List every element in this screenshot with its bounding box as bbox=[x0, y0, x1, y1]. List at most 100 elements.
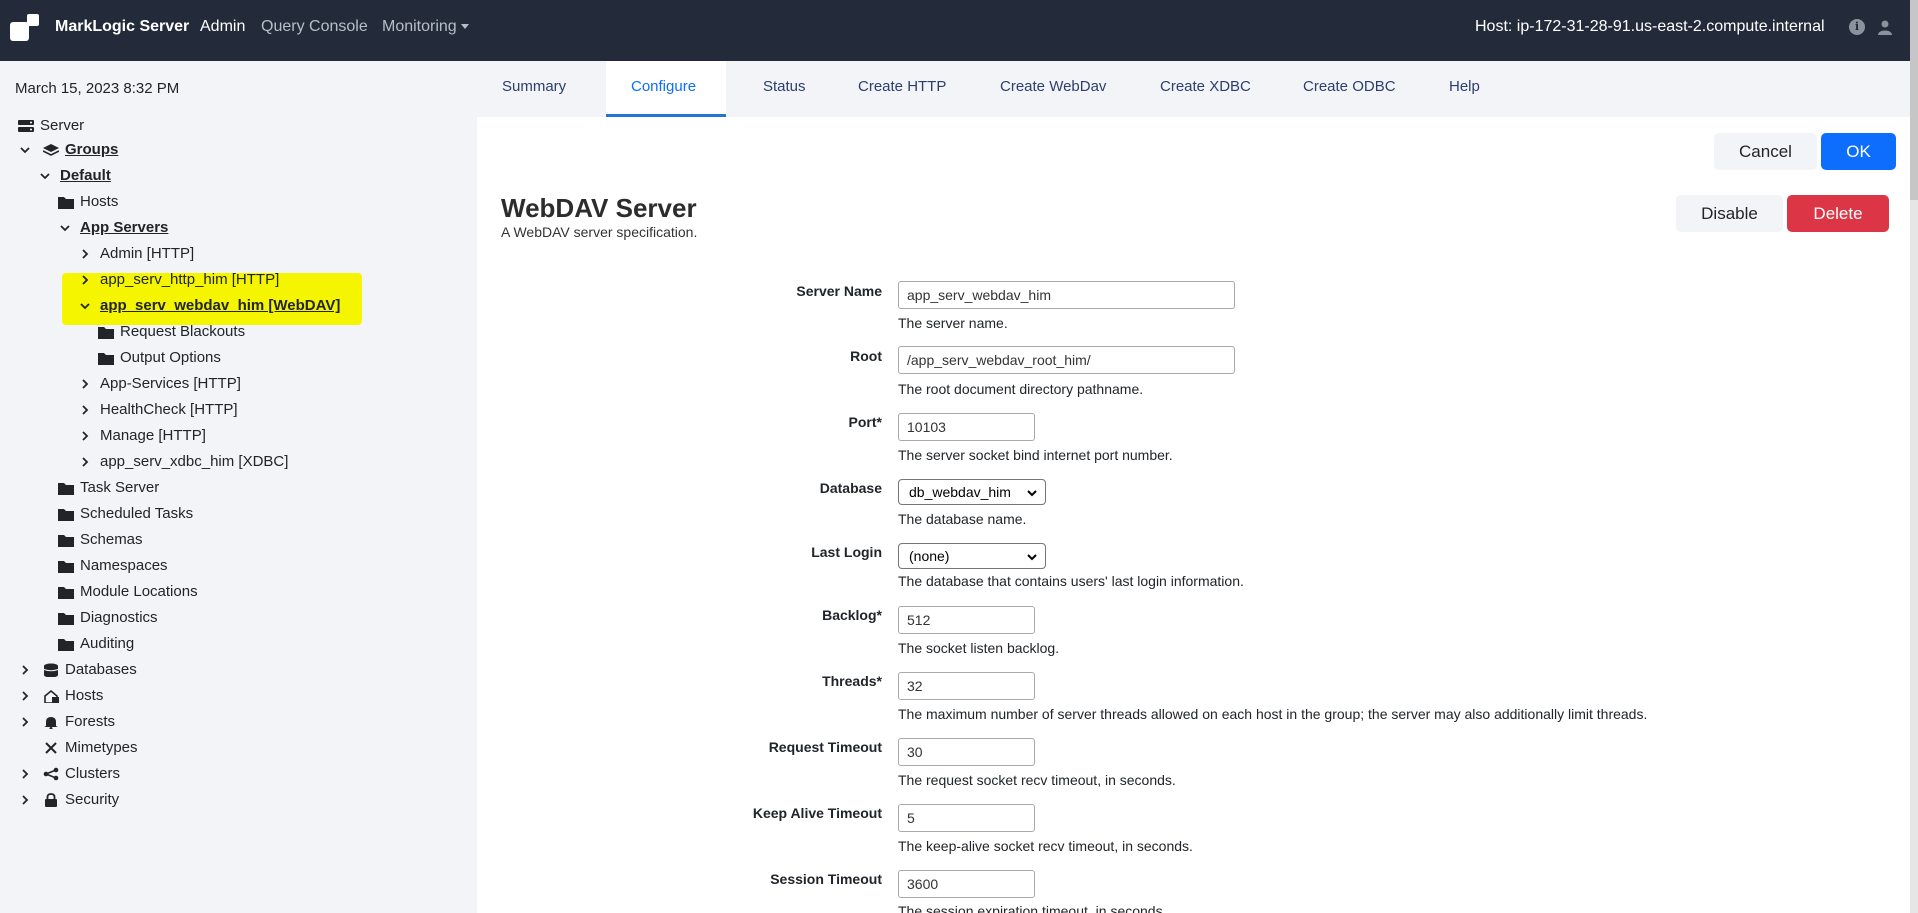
chevron-right-icon[interactable] bbox=[20, 717, 30, 727]
chevron-down-icon[interactable] bbox=[20, 145, 30, 155]
nav-query-console-link[interactable]: Query Console bbox=[261, 18, 368, 36]
tab-create-xdbc[interactable]: Create XDBC bbox=[1160, 78, 1251, 95]
session-timeout-input[interactable]: 3600 bbox=[898, 870, 1035, 898]
chevron-down-icon[interactable] bbox=[80, 301, 90, 311]
tree-item-namespaces[interactable]: Namespaces bbox=[80, 555, 168, 577]
info-icon[interactable]: i bbox=[1849, 19, 1865, 35]
folder-icon bbox=[58, 587, 74, 599]
tree-item-output-options[interactable]: Output Options bbox=[120, 347, 221, 369]
top-navbar: MarkLogic Server Admin Query Console Mon… bbox=[0, 0, 1918, 61]
tab-status[interactable]: Status bbox=[763, 78, 806, 95]
cancel-button[interactable]: Cancel bbox=[1714, 133, 1817, 170]
request-timeout-label: Request Timeout bbox=[768, 739, 882, 755]
delete-button[interactable]: Delete bbox=[1787, 195, 1889, 232]
nav-admin-link[interactable]: Admin bbox=[200, 18, 245, 36]
brand-name[interactable]: MarkLogic Server bbox=[55, 18, 189, 36]
tree-item-mimetypes[interactable]: Mimetypes bbox=[65, 737, 138, 759]
folder-icon bbox=[58, 561, 74, 573]
tab-create-webdav[interactable]: Create WebDav bbox=[1000, 78, 1106, 95]
tree-item-task-server[interactable]: Task Server bbox=[80, 477, 159, 499]
root-input[interactable]: /app_serv_webdav_root_him/ bbox=[898, 346, 1235, 374]
tree-item-databases[interactable]: Databases bbox=[65, 659, 137, 681]
lock-icon bbox=[45, 793, 57, 807]
tree-item-default[interactable]: Default bbox=[60, 165, 111, 187]
disable-button[interactable]: Disable bbox=[1676, 195, 1783, 232]
session-timeout-help: The session expiration timeout, in secon… bbox=[898, 903, 1167, 913]
tree-item-scheduled-tasks[interactable]: Scheduled Tasks bbox=[80, 503, 193, 525]
chevron-right-icon[interactable] bbox=[80, 379, 90, 389]
share-icon bbox=[43, 767, 59, 781]
chevron-right-icon[interactable] bbox=[80, 431, 90, 441]
session-timeout-label: Session Timeout bbox=[770, 871, 882, 887]
tree-item-groups[interactable]: Groups bbox=[65, 139, 118, 161]
tree-item-security[interactable]: Security bbox=[65, 789, 119, 811]
host-label: Host: ip-172-31-28-91.us-east-2.compute.… bbox=[1475, 18, 1825, 35]
backlog-input[interactable]: 512 bbox=[898, 606, 1035, 634]
last-login-label: Last Login bbox=[811, 544, 882, 560]
bell-icon bbox=[44, 717, 58, 729]
root-label: Root bbox=[850, 348, 882, 364]
last-login-select-value: (none) bbox=[909, 548, 950, 564]
port-help: The server socket bind internet port num… bbox=[898, 447, 1173, 463]
chevron-right-icon[interactable] bbox=[20, 795, 30, 805]
port-label: Port* bbox=[848, 414, 882, 430]
tab-create-odbc[interactable]: Create ODBC bbox=[1303, 78, 1396, 95]
server-name-input[interactable]: app_serv_webdav_him bbox=[898, 281, 1235, 309]
keep-alive-timeout-input[interactable]: 5 bbox=[898, 804, 1035, 832]
tree-item-hosts-folder[interactable]: Hosts bbox=[80, 191, 118, 213]
chevron-down-icon[interactable] bbox=[40, 171, 50, 181]
tab-configure[interactable]: Configure bbox=[631, 78, 696, 95]
tree-item-diagnostics[interactable]: Diagnostics bbox=[80, 607, 158, 629]
folder-icon bbox=[98, 353, 114, 365]
chevron-right-icon[interactable] bbox=[80, 275, 90, 285]
tree-item-app-servers[interactable]: App Servers bbox=[80, 217, 168, 239]
user-icon[interactable] bbox=[1877, 19, 1893, 35]
chevron-right-icon[interactable] bbox=[20, 665, 30, 675]
ok-button[interactable]: OK bbox=[1821, 133, 1896, 170]
chevron-right-icon[interactable] bbox=[80, 457, 90, 467]
folder-icon bbox=[58, 535, 74, 547]
last-login-select[interactable]: (none) bbox=[898, 543, 1046, 569]
port-input[interactable]: 10103 bbox=[898, 413, 1035, 441]
tree-item-healthcheck[interactable]: HealthCheck [HTTP] bbox=[100, 399, 238, 421]
tree-item-admin-http[interactable]: Admin [HTTP] bbox=[100, 243, 194, 265]
tree-item-clusters[interactable]: Clusters bbox=[65, 763, 120, 785]
nav-monitoring-dropdown[interactable]: Monitoring bbox=[382, 18, 469, 36]
tree-item-server[interactable]: Server bbox=[40, 115, 84, 137]
page-scrollbar-thumb[interactable] bbox=[1910, 0, 1918, 200]
tab-summary[interactable]: Summary bbox=[502, 78, 566, 95]
server-name-label: Server Name bbox=[796, 283, 882, 299]
tree-item-request-blackouts[interactable]: Request Blackouts bbox=[120, 321, 245, 343]
tree-item-auditing[interactable]: Auditing bbox=[80, 633, 134, 655]
last-login-help: The database that contains users' last l… bbox=[898, 573, 1244, 589]
server-icon bbox=[18, 120, 34, 132]
page-title: WebDAV Server bbox=[501, 193, 697, 223]
tab-help[interactable]: Help bbox=[1449, 78, 1480, 95]
chevron-right-icon[interactable] bbox=[20, 691, 30, 701]
chevron-right-icon[interactable] bbox=[80, 249, 90, 259]
tree-item-manage[interactable]: Manage [HTTP] bbox=[100, 425, 206, 447]
tree-item-module-locations[interactable]: Module Locations bbox=[80, 581, 198, 603]
chevron-right-icon[interactable] bbox=[20, 769, 30, 779]
layers-icon bbox=[43, 144, 59, 156]
tree-item-app-services[interactable]: App-Services [HTTP] bbox=[100, 373, 241, 395]
tree-item-forests[interactable]: Forests bbox=[65, 711, 115, 733]
chevron-down-icon bbox=[1027, 490, 1037, 497]
request-timeout-input[interactable]: 30 bbox=[898, 738, 1035, 766]
folder-icon bbox=[58, 613, 74, 625]
threads-input[interactable]: 32 bbox=[898, 672, 1035, 700]
marklogic-logo-icon[interactable] bbox=[10, 14, 40, 44]
request-timeout-help: The request socket recv timeout, in seco… bbox=[898, 772, 1176, 788]
nav-monitoring-label: Monitoring bbox=[382, 18, 457, 35]
hosts-icon bbox=[44, 689, 59, 703]
chevron-down-icon[interactable] bbox=[60, 223, 70, 233]
database-select[interactable]: db_webdav_him bbox=[898, 479, 1046, 505]
tree-item-app-serv-xdbc[interactable]: app_serv_xdbc_him [XDBC] bbox=[100, 451, 288, 473]
keep-alive-timeout-help: The keep-alive socket recv timeout, in s… bbox=[898, 838, 1193, 854]
tree-item-hosts[interactable]: Hosts bbox=[65, 685, 103, 707]
tab-create-http[interactable]: Create HTTP bbox=[858, 78, 946, 95]
chevron-right-icon[interactable] bbox=[80, 405, 90, 415]
tree-item-schemas[interactable]: Schemas bbox=[80, 529, 143, 551]
tree-item-app-serv-webdav[interactable]: app_serv_webdav_him [WebDAV] bbox=[100, 295, 340, 317]
tree-item-app-serv-http[interactable]: app_serv_http_him [HTTP] bbox=[100, 269, 279, 291]
